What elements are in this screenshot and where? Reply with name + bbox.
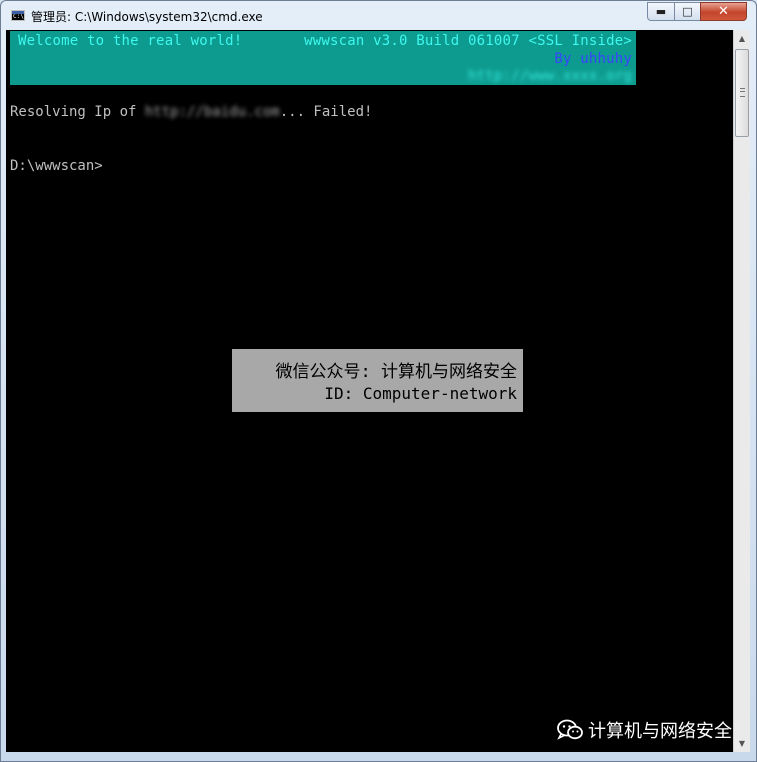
scroll-thumb[interactable]: [735, 49, 749, 137]
watermark-line-2: ID: Computer-network: [324, 384, 517, 403]
watermark-line-1: 微信公众号: 计算机与网络安全: [275, 362, 517, 382]
window-title: 管理员: C:\Windows\system32\cmd.exe: [31, 10, 263, 24]
watermark-box: 微信公众号: 计算机与网络安全 ID: Computer-network: [232, 349, 523, 412]
resolve-line: Resolving Ip of http://baidu.com... Fail…: [10, 104, 372, 120]
close-icon: ✕: [718, 4, 729, 19]
scroll-down-button[interactable]: ▼: [734, 735, 750, 752]
vertical-scrollbar[interactable]: ▲ ▼: [733, 30, 750, 752]
cmd-icon[interactable]: C:\: [11, 10, 25, 21]
scroll-down-icon: ▼: [738, 739, 746, 748]
close-button[interactable]: ✕: [700, 2, 747, 21]
title-bar[interactable]: C:\ 管理员: C:\Windows\system32\cmd.exe ▬ □…: [1, 1, 756, 31]
wechat-icon: [556, 719, 584, 741]
command-prompt[interactable]: D:\wwwscan>: [10, 158, 103, 174]
scroll-up-button[interactable]: ▲: [734, 30, 750, 47]
grip-icon: [740, 88, 745, 97]
resolve-host: http://baidu.com: [144, 104, 280, 120]
scroll-up-icon: ▲: [738, 34, 746, 43]
resolve-result: ... Failed!: [279, 104, 373, 120]
banner-version: wwwscan v3.0 Build 061007 <SSL Inside>: [304, 33, 632, 49]
minimize-icon: ▬: [655, 5, 667, 18]
brand-text: 计算机与网络安全: [588, 721, 732, 742]
maximize-icon: □: [682, 5, 693, 18]
resolve-prefix: Resolving Ip of: [10, 104, 145, 120]
banner-url: http://www.xxxx.org: [468, 68, 632, 84]
brand-mark: 计算机与网络安全: [556, 716, 732, 744]
banner-author: By uhhuhy: [554, 51, 632, 67]
maximize-button[interactable]: □: [674, 2, 701, 21]
banner-welcome: Welcome to the real world!: [18, 33, 243, 49]
banner: Welcome to the real world! wwwscan v3.0 …: [10, 31, 636, 85]
minimize-button[interactable]: ▬: [647, 2, 675, 21]
